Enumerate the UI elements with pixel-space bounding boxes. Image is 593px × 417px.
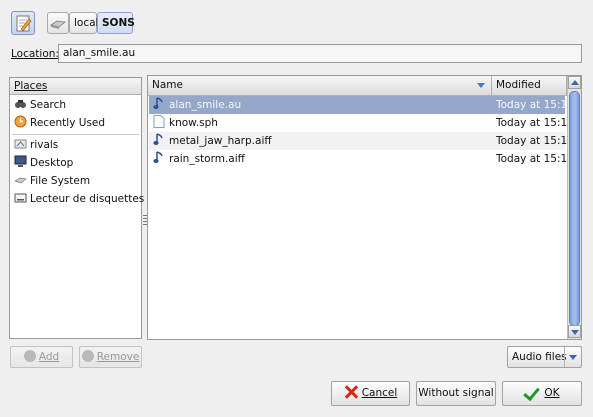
remove-icon: [81, 350, 94, 362]
location-label: Location:: [11, 48, 59, 60]
places-item-rivals[interactable]: rivals: [10, 136, 141, 154]
drive-icon: [14, 177, 27, 184]
places-item-file-system[interactable]: File System: [10, 172, 141, 190]
without-signal-button[interactable]: Without signal: [416, 381, 496, 406]
file-name: rain_storm.aiff: [169, 153, 245, 165]
drive-icon: [50, 20, 66, 29]
file-row-rain-storm[interactable]: rain_storm.aiff Today at 15:15: [149, 150, 574, 168]
cancel-icon: [344, 385, 358, 399]
document-file-icon: [153, 115, 165, 128]
places-item-recently-used[interactable]: Recently Used: [10, 114, 141, 132]
location-input-value: alan_smile.au: [63, 47, 136, 59]
file-name: alan_smile.au: [169, 99, 242, 111]
file-name: know.sph: [169, 117, 218, 129]
file-list: Name Modified alan_smile.au Today at 15:…: [147, 75, 582, 340]
checkmark-icon: [524, 385, 540, 399]
file-modified: Today at 15:15: [496, 153, 574, 165]
file-row-metal-jaw-harp[interactable]: metal_jaw_harp.aiff Today at 15:15: [149, 132, 574, 150]
path-home-button[interactable]: [47, 12, 69, 34]
file-modified: Today at 15:15: [496, 135, 574, 147]
column-header-name[interactable]: Name: [148, 76, 492, 96]
file-row-alan-smile[interactable]: alan_smile.au Today at 15:15: [149, 96, 574, 114]
places-header[interactable]: Places: [10, 78, 141, 95]
places-item-search[interactable]: Search: [10, 96, 141, 114]
floppy-icon: [14, 193, 27, 203]
file-list-scrollbar[interactable]: [567, 76, 581, 339]
scrollbar-thumb[interactable]: [569, 91, 580, 326]
places-panel: Places Search Recently Used rivals Deskt…: [9, 77, 144, 339]
file-modified: Today at 15:15: [496, 117, 574, 129]
audio-file-icon: [153, 97, 163, 109]
audio-file-icon: [153, 151, 163, 163]
desktop-icon: [14, 155, 27, 167]
audio-file-icon: [153, 133, 163, 145]
sort-descending-icon: [477, 83, 485, 88]
path-segment-sons[interactable]: SONS: [97, 12, 135, 34]
places-item-floppy[interactable]: Lecteur de disquettes: [10, 190, 144, 208]
file-type-filter-select[interactable]: Audio files: [507, 346, 582, 368]
scroll-up-arrow-icon[interactable]: [568, 76, 581, 89]
places-item-desktop[interactable]: Desktop: [10, 154, 141, 172]
file-modified: Today at 15:15: [496, 99, 574, 111]
remove-place-button[interactable]: Remove: [79, 346, 142, 368]
location-input[interactable]: alan_smile.au: [58, 44, 582, 63]
location-label-text: Location:: [11, 48, 59, 60]
search-icon: [15, 100, 26, 108]
pencil-notepad-icon: [16, 15, 32, 32]
home-folder-icon: [14, 139, 27, 149]
ok-button[interactable]: OK: [502, 381, 582, 406]
file-name: metal_jaw_harp.aiff: [169, 135, 272, 147]
scroll-down-arrow-icon[interactable]: [568, 325, 581, 338]
column-header-modified[interactable]: Modified: [492, 76, 567, 96]
places-divider: [12, 134, 139, 135]
recent-icon: [14, 115, 27, 128]
file-row-know-sph[interactable]: know.sph Today at 15:15: [149, 114, 574, 132]
edit-location-button[interactable]: [11, 11, 35, 35]
add-icon: [23, 350, 36, 362]
add-place-button[interactable]: Add: [10, 346, 73, 368]
path-segment-local[interactable]: local: [69, 12, 98, 34]
chevron-down-icon: [564, 347, 581, 367]
cancel-button[interactable]: Cancel: [331, 381, 410, 406]
